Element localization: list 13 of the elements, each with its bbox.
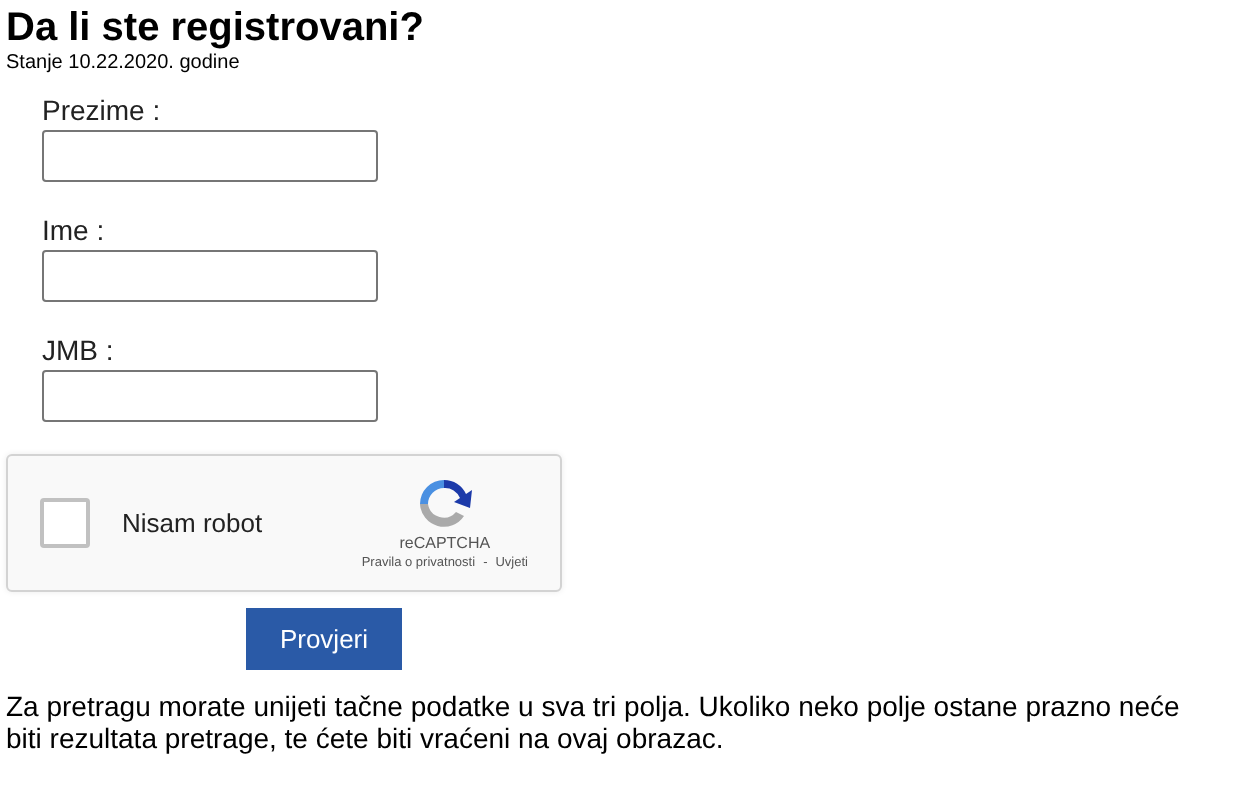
brand-text: reCAPTCHA [399,533,491,554]
field-label: JMB : [42,334,116,366]
input-field[interactable] [42,130,378,182]
input-field[interactable] [42,370,378,422]
date-text: Stanje 10.22.2020. godine [6,52,242,74]
checkbox-label: Nisam robot [122,505,265,542]
check-button[interactable]: Provjeri [246,608,402,670]
checkbox[interactable] [40,498,90,548]
info-text: Za pretragu morate unijeti tačne podatke u sva tri polja. Ukoliko neko polje ostane prazno neće biti rezultata pretrage, te ćete biti vraćeni na ovaj obrazac. [6,690,1182,754]
page-title: Da li ste registrovani? [6,4,426,52]
field-label: Prezime : [42,94,163,126]
input-field[interactable] [42,250,378,302]
field-label: Ime : [42,214,107,246]
